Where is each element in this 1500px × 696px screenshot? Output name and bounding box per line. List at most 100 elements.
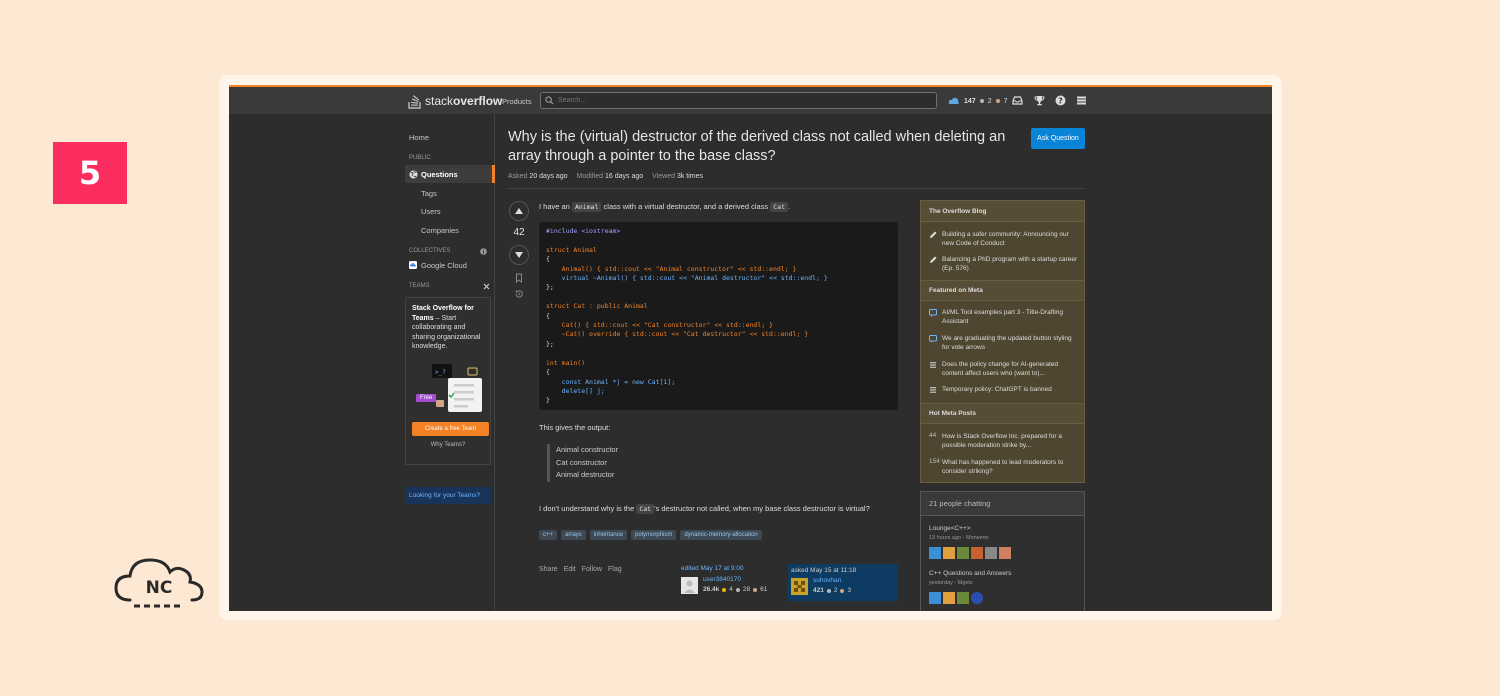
post-intro-text: I have an Animal class with a virtual de… bbox=[539, 202, 791, 212]
hot-post-item[interactable]: How is Stack Overflow Inc. prepared for … bbox=[942, 432, 1080, 450]
products-menu[interactable]: Products bbox=[502, 97, 532, 106]
post-actions: Share Edit Follow Flag bbox=[539, 566, 622, 573]
code-block[interactable]: #include <iostream> struct Animal { Anim… bbox=[539, 222, 898, 410]
editor-stats: 26.4k 4 28 61 bbox=[703, 586, 767, 593]
sidebar-item-home[interactable]: Home bbox=[409, 133, 429, 142]
downvote-button[interactable] bbox=[509, 245, 529, 265]
chat-avatar[interactable] bbox=[957, 547, 969, 559]
tag-dynamic-memory-allocation[interactable]: dynamic-memory-allocation bbox=[680, 530, 762, 540]
info-icon[interactable] bbox=[480, 248, 487, 255]
post-closing-text: I don't understand why is the Cat's dest… bbox=[539, 504, 870, 514]
create-free-team-button[interactable]: Create a free Team bbox=[412, 422, 489, 436]
edit-link[interactable]: Edit bbox=[564, 566, 576, 573]
achievements-icon[interactable] bbox=[1034, 95, 1045, 106]
code-line: int main() bbox=[546, 358, 586, 367]
bookmark-icon[interactable] bbox=[514, 273, 524, 283]
search-box[interactable] bbox=[540, 92, 937, 109]
asked-timestamp[interactable]: asked May 15 at 11:18 bbox=[791, 567, 895, 574]
sidebar-item-google-cloud[interactable]: Google Cloud bbox=[421, 261, 467, 270]
modified-label: Modified bbox=[576, 173, 604, 180]
edited-timestamp[interactable]: edited May 17 at 9:00 bbox=[681, 565, 786, 572]
history-icon[interactable] bbox=[514, 289, 524, 299]
share-link[interactable]: Share bbox=[539, 566, 558, 573]
chat-avatar[interactable] bbox=[929, 547, 941, 559]
code-line: }; bbox=[546, 339, 554, 348]
follow-link[interactable]: Follow bbox=[582, 566, 602, 573]
looking-for-teams-link[interactable]: Looking for your Teams? bbox=[405, 487, 491, 504]
hot-post-item[interactable]: What has happened to lead moderators to … bbox=[942, 458, 1080, 476]
chat-avatar[interactable] bbox=[971, 592, 983, 604]
asker-name[interactable]: suhovhan bbox=[813, 577, 841, 584]
chat-avatar[interactable] bbox=[971, 547, 983, 559]
code-line: Animal() { std::cout << "Animal construc… bbox=[546, 264, 797, 273]
upvote-button[interactable] bbox=[509, 201, 529, 221]
meta-item[interactable]: Does the policy change for AI-generated … bbox=[942, 360, 1080, 378]
code-line: { bbox=[546, 368, 550, 377]
asker-silver: 2 bbox=[833, 587, 838, 594]
modified-value[interactable]: 16 days ago bbox=[605, 173, 643, 180]
chat-heading[interactable]: 21 people chatting bbox=[921, 492, 1084, 516]
tag-inheritance[interactable]: inheritance bbox=[589, 530, 628, 540]
sidebar-item-questions[interactable]: Questions bbox=[405, 165, 495, 183]
search-input[interactable] bbox=[558, 97, 918, 104]
meta-heading: Featured on Meta bbox=[921, 280, 1084, 301]
code-line: Cat() { std::cout << "Cat constructor" <… bbox=[546, 321, 773, 330]
chat-room-link[interactable]: C++ Questions and Answers bbox=[929, 570, 1011, 577]
tag-polymorphism[interactable]: polymorphism bbox=[631, 530, 677, 540]
meta-item[interactable]: AI/ML Tool examples part 3 - Title-Draft… bbox=[942, 308, 1080, 326]
code-line: { bbox=[546, 255, 550, 264]
google-cloud-icon bbox=[409, 261, 417, 269]
sidebar-item-tags[interactable]: Tags bbox=[421, 189, 437, 198]
asker-avatar[interactable] bbox=[791, 578, 808, 595]
sidebar-item-companies[interactable]: Companies bbox=[421, 226, 459, 235]
code-line: } bbox=[546, 396, 550, 405]
sidebar-item-users[interactable]: Users bbox=[421, 207, 441, 216]
output-blockquote: Animal constructor Cat constructor Anima… bbox=[547, 444, 618, 482]
arrow-down-icon bbox=[515, 252, 523, 258]
chat-room-link[interactable]: Lounge<C++> bbox=[929, 525, 971, 532]
inbox-icon[interactable] bbox=[1012, 95, 1023, 106]
chat-room-activity: yesterday - Mgetz bbox=[929, 580, 973, 586]
chat-avatar[interactable] bbox=[929, 592, 941, 604]
help-icon[interactable]: ? bbox=[1055, 95, 1066, 106]
editor-name[interactable]: user3840170 bbox=[703, 576, 741, 583]
teams-illustration-icon: >_? bbox=[432, 364, 482, 412]
meta-item[interactable]: We are graduating the updated button sty… bbox=[942, 334, 1080, 352]
blog-item[interactable]: Building a safer community: Announcing o… bbox=[942, 230, 1080, 248]
globe-icon bbox=[409, 170, 418, 178]
browser-viewport: stackoverflow Products 147 2 7 ? Home PU… bbox=[229, 85, 1272, 611]
site-switcher-icon[interactable] bbox=[1076, 95, 1087, 106]
output-line: Animal constructor bbox=[556, 445, 619, 454]
search-icon bbox=[545, 96, 554, 105]
tag-cpp[interactable]: c++ bbox=[539, 530, 558, 540]
ask-question-button[interactable]: Ask Question bbox=[1031, 128, 1085, 149]
sidebar-section-collectives: COLLECTIVES bbox=[409, 248, 451, 254]
teams-promo-card: Stack Overflow for Teams – Start collabo… bbox=[405, 297, 491, 465]
stackoverflow-logo[interactable]: stack overflow bbox=[408, 92, 502, 110]
chat-avatar[interactable] bbox=[943, 592, 955, 604]
editor-avatar[interactable] bbox=[681, 577, 698, 594]
user-reputation[interactable]: 147 2 7 bbox=[948, 96, 1008, 106]
chat-avatar[interactable] bbox=[985, 547, 997, 559]
flag-link[interactable]: Flag bbox=[608, 566, 622, 573]
tag-arrays[interactable]: arrays bbox=[561, 530, 586, 540]
question-title[interactable]: Why is the (virtual) destructor of the d… bbox=[508, 128, 1028, 166]
asker-bronze: 3 bbox=[847, 587, 852, 594]
header-divider bbox=[508, 188, 1085, 189]
hot-post-count: 44 bbox=[929, 432, 937, 439]
chat-avatar[interactable] bbox=[957, 592, 969, 604]
chat-avatar[interactable] bbox=[999, 547, 1011, 559]
editor-silver: 28 bbox=[742, 586, 751, 593]
intro-text-2: class with a virtual destructor, and a d… bbox=[601, 202, 771, 211]
close-icon[interactable] bbox=[483, 283, 490, 290]
intro-text-3: . bbox=[788, 202, 791, 211]
why-teams-link[interactable]: Why Teams? bbox=[406, 442, 490, 448]
closing-text-1: I don't understand why is the bbox=[539, 504, 637, 513]
question-meta: Asked 20 days ago Modified 16 days ago V… bbox=[508, 173, 703, 180]
pencil-icon bbox=[930, 256, 937, 263]
chat-avatar[interactable] bbox=[943, 547, 955, 559]
blog-item[interactable]: Balancing a PhD program with a startup c… bbox=[942, 255, 1080, 273]
editor-gold: 4 bbox=[729, 586, 733, 593]
meta-item[interactable]: Temporary policy: ChatGPT is banned bbox=[942, 385, 1080, 394]
asker-stats: 421 2 3 bbox=[813, 587, 851, 594]
